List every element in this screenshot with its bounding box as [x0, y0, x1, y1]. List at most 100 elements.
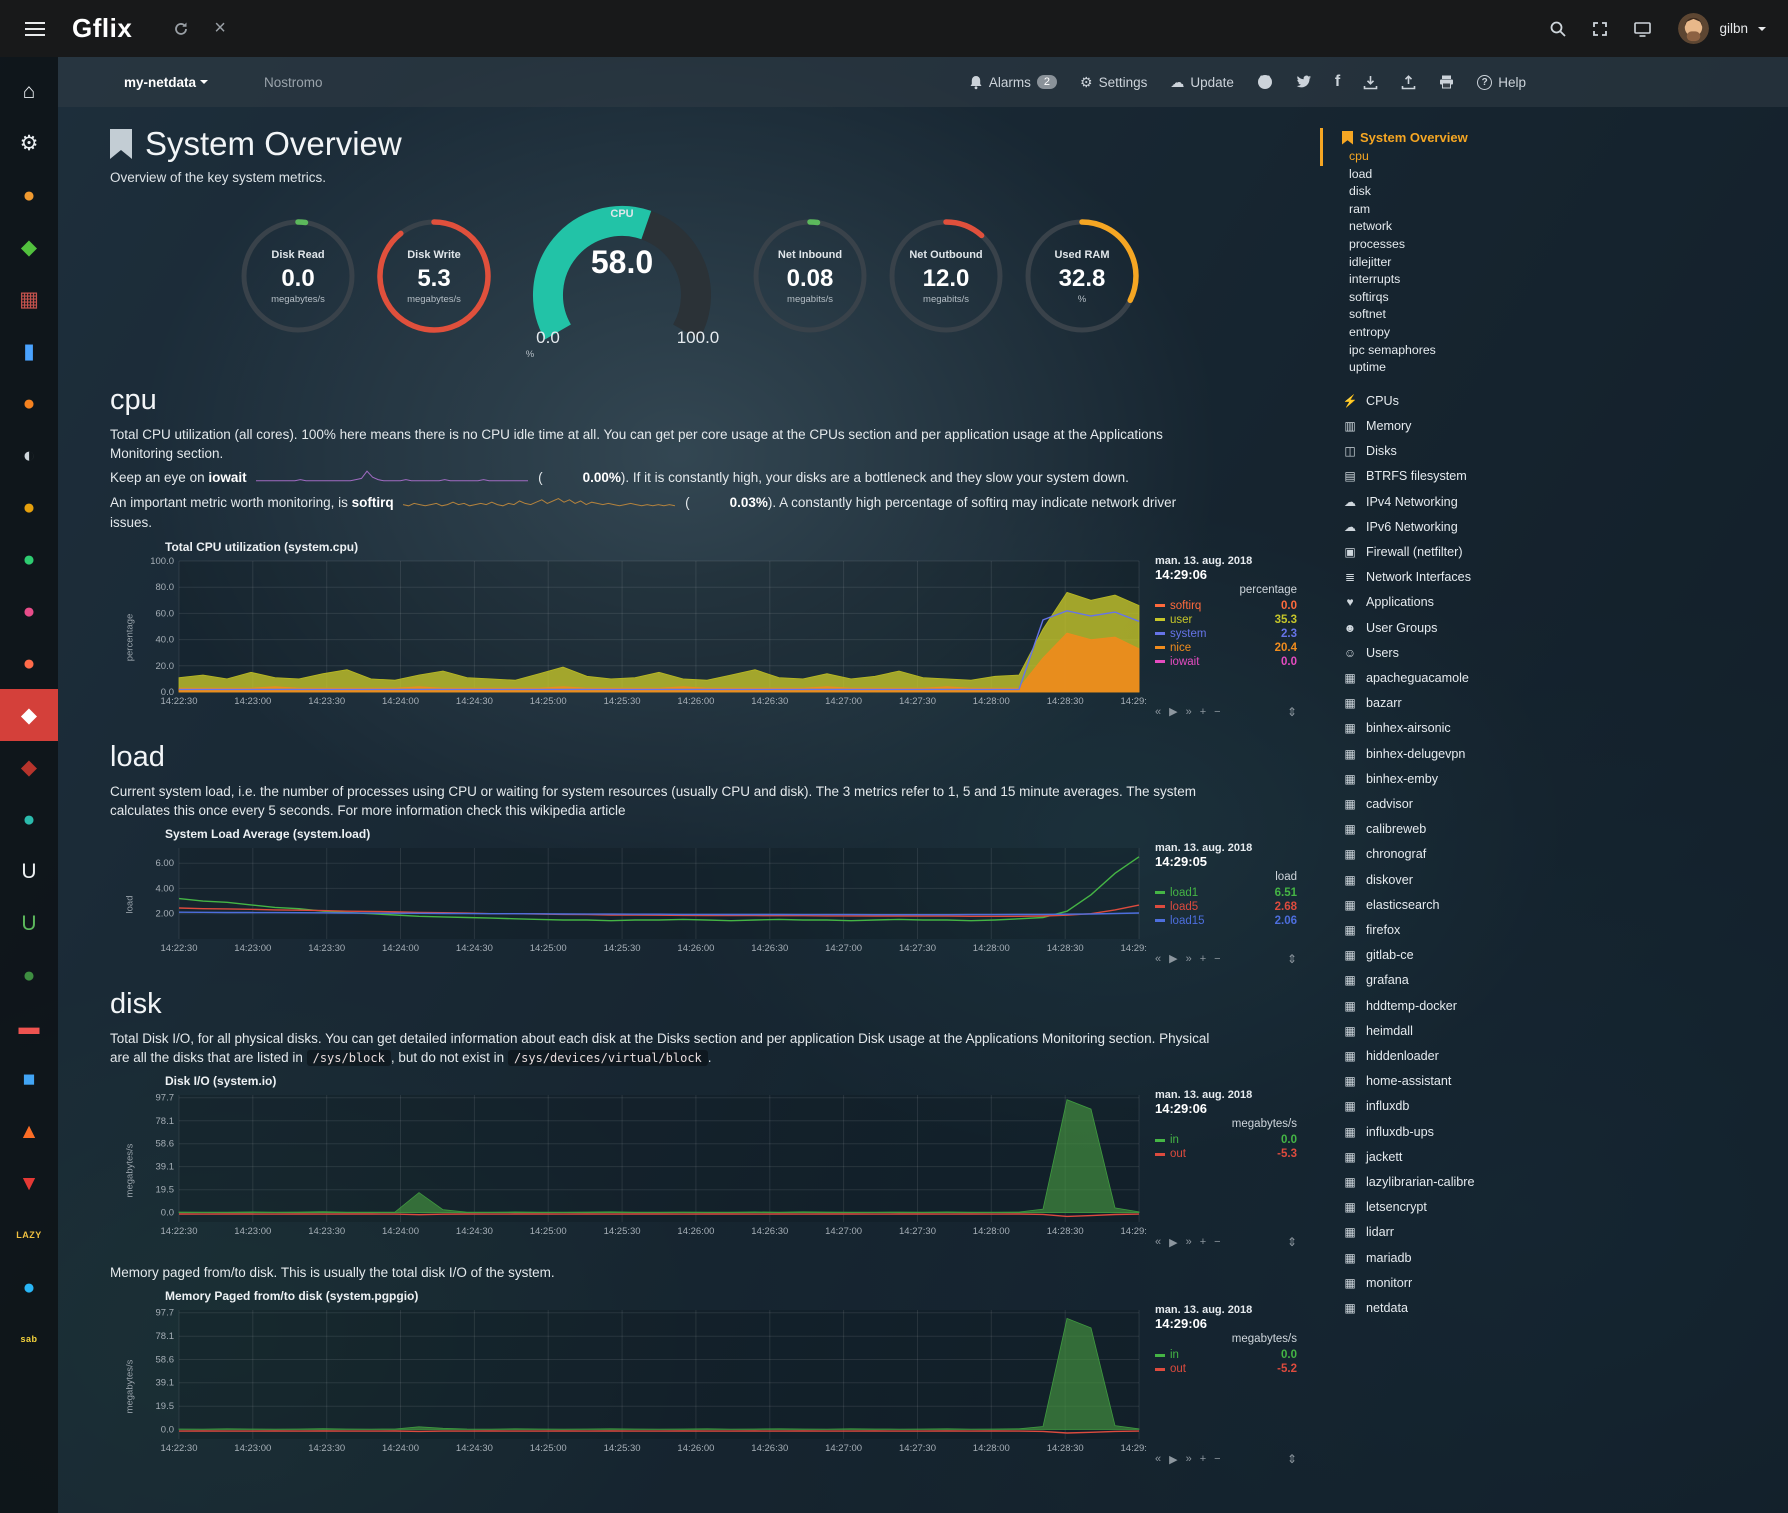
menu-item-processes[interactable]: processes — [1320, 236, 1788, 254]
menu-item-mariadb[interactable]: ▦mariadb — [1320, 1246, 1788, 1271]
menu-item-firefox[interactable]: ▦firefox — [1320, 918, 1788, 943]
menu-item-heimdall[interactable]: ▦heimdall — [1320, 1019, 1788, 1044]
play-icon[interactable]: ▶ — [1169, 705, 1177, 718]
gauge-disk-write[interactable]: Disk Write5.3megabytes/s — [366, 212, 502, 351]
rail-app-pills[interactable]: ▬ — [0, 1001, 58, 1053]
rail-app-green-diamond[interactable]: ◆ — [0, 221, 58, 273]
gauge-net-inbound[interactable]: Net Inbound0.08megabits/s — [742, 212, 878, 351]
menu-item-btrfs-filesystem[interactable]: ▤BTRFS filesystem — [1320, 464, 1788, 489]
rail-app-active-netdata[interactable]: ◆ — [0, 689, 58, 741]
print-button[interactable] — [1439, 75, 1454, 89]
menu-item-diskover[interactable]: ▦diskover — [1320, 868, 1788, 893]
menu-item-load[interactable]: load — [1320, 166, 1788, 184]
rail-app-search[interactable]: ● — [0, 377, 58, 429]
settings-button[interactable]: ⚙Settings — [1080, 74, 1147, 91]
menu-item-binhex-delugevpn[interactable]: ▦binhex-delugevpn — [1320, 742, 1788, 767]
play-icon[interactable]: ▶ — [1169, 952, 1177, 965]
menu-item-binhex-airsonic[interactable]: ▦binhex-airsonic — [1320, 716, 1788, 741]
rail-app-blue-bars[interactable]: ▮ — [0, 325, 58, 377]
rail-app-green[interactable]: ● — [0, 533, 58, 585]
chart-canvas[interactable]: 0.019.539.158.678.197.714:22:3014:23:001… — [137, 1089, 1147, 1237]
export-snapshot-button[interactable] — [1401, 75, 1416, 90]
legend-item-system[interactable]: system2.3 — [1155, 627, 1297, 641]
gauge-disk-read[interactable]: Disk Read0.0megabytes/s — [230, 212, 366, 351]
jump-back-icon[interactable]: « — [1155, 953, 1161, 965]
multi-view-icon[interactable] — [1633, 20, 1652, 38]
legend-item-out[interactable]: out-5.2 — [1155, 1362, 1297, 1376]
menu-item-hddtemp-docker[interactable]: ▦hddtemp-docker — [1320, 994, 1788, 1019]
legend-item-load1[interactable]: load16.51 — [1155, 886, 1297, 900]
menu-item-ram[interactable]: ram — [1320, 201, 1788, 219]
menu-item-ipc-semaphores[interactable]: ipc semaphores — [1320, 342, 1788, 360]
resize-handle-icon[interactable]: ⇕ — [1287, 1452, 1297, 1466]
rail-app-coral[interactable]: ● — [0, 637, 58, 689]
twitter-button[interactable] — [1296, 75, 1312, 89]
rail-app-lazylibrarian[interactable]: LAZY — [0, 1209, 58, 1261]
menu-item-network-interfaces[interactable]: ≣Network Interfaces — [1320, 565, 1788, 590]
menu-item-entropy[interactable]: entropy — [1320, 324, 1788, 342]
menu-item-softirqs[interactable]: softirqs — [1320, 289, 1788, 307]
menu-item-system-overview[interactable]: System Overview — [1320, 128, 1788, 148]
legend-item-iowait[interactable]: iowait0.0 — [1155, 655, 1297, 669]
menu-item-influxdb-ups[interactable]: ▦influxdb-ups — [1320, 1120, 1788, 1145]
chart-plot-area[interactable]: 0.019.539.158.678.197.714:22:3014:23:001… — [137, 1089, 1147, 1237]
zoom-in-icon[interactable]: + — [1200, 953, 1206, 965]
legend-item-out[interactable]: out-5.3 — [1155, 1147, 1297, 1161]
jump-back-icon[interactable]: « — [1155, 1453, 1161, 1465]
legend-item-load15[interactable]: load152.06 — [1155, 914, 1297, 928]
hamburger-menu-button[interactable] — [14, 9, 56, 49]
menu-item-elasticsearch[interactable]: ▦elasticsearch — [1320, 893, 1788, 918]
jump-forward-icon[interactable]: » — [1186, 953, 1192, 965]
legend-item-softirq[interactable]: softirq0.0 — [1155, 599, 1297, 613]
menu-item-gitlab-ce[interactable]: ▦gitlab-ce — [1320, 943, 1788, 968]
menu-item-disk[interactable]: disk — [1320, 183, 1788, 201]
gauge-net-outbound[interactable]: Net Outbound12.0megabits/s — [878, 212, 1014, 351]
rail-home[interactable]: ⌂ — [0, 65, 58, 117]
jump-back-icon[interactable]: « — [1155, 1236, 1161, 1248]
zoom-in-icon[interactable]: + — [1200, 1453, 1206, 1465]
rail-app-red-grid[interactable]: ▦ — [0, 273, 58, 325]
menu-item-cadvisor[interactable]: ▦cadvisor — [1320, 792, 1788, 817]
menu-item-bazarr[interactable]: ▦bazarr — [1320, 691, 1788, 716]
github-button[interactable] — [1257, 74, 1273, 90]
menu-item-netdata[interactable]: ▦netdata — [1320, 1296, 1788, 1321]
rail-app-red-arrow[interactable]: ▼ — [0, 1157, 58, 1209]
gauge-cpu[interactable]: CPU58.00.0100.0% — [502, 199, 742, 364]
legend-item-in[interactable]: in0.0 — [1155, 1348, 1297, 1362]
menu-item-jackett[interactable]: ▦jackett — [1320, 1145, 1788, 1170]
rail-settings[interactable]: ⚙ — [0, 117, 58, 169]
menu-item-applications[interactable]: ♥Applications — [1320, 590, 1788, 615]
menu-item-home-assistant[interactable]: ▦home-assistant — [1320, 1069, 1788, 1094]
menu-item-monitorr[interactable]: ▦monitorr — [1320, 1271, 1788, 1296]
menu-item-memory[interactable]: ▥Memory — [1320, 414, 1788, 439]
rail-app-blue-square[interactable]: ■ — [0, 1053, 58, 1105]
jump-forward-icon[interactable]: » — [1186, 1453, 1192, 1465]
menu-item-ipv4-networking[interactable]: ☁IPv4 Networking — [1320, 490, 1788, 515]
user-menu[interactable]: gilbn — [1719, 21, 1766, 36]
zoom-out-icon[interactable]: − — [1214, 1453, 1220, 1465]
legend-item-load5[interactable]: load52.68 — [1155, 900, 1297, 914]
zoom-out-icon[interactable]: − — [1214, 1236, 1220, 1248]
resize-handle-icon[interactable]: ⇕ — [1287, 1235, 1297, 1249]
menu-item-influxdb[interactable]: ▦influxdb — [1320, 1094, 1788, 1119]
rail-app-gold[interactable]: ● — [0, 481, 58, 533]
menu-item-letsencrypt[interactable]: ▦letsencrypt — [1320, 1195, 1788, 1220]
rail-app-blue-drop[interactable]: ● — [0, 1261, 58, 1313]
close-tab-icon[interactable]: × — [214, 17, 226, 40]
zoom-out-icon[interactable]: − — [1214, 706, 1220, 718]
legend-item-user[interactable]: user35.3 — [1155, 613, 1297, 627]
rail-app-white-u[interactable]: U — [0, 845, 58, 897]
resize-handle-icon[interactable]: ⇕ — [1287, 952, 1297, 966]
help-button[interactable]: ?Help — [1477, 75, 1526, 90]
rail-app-sabnzbd[interactable]: sab — [0, 1313, 58, 1365]
menu-item-user-groups[interactable]: ☻User Groups — [1320, 616, 1788, 641]
rail-app-gitlab[interactable]: ▲ — [0, 1105, 58, 1157]
rail-app-dark-disc[interactable]: ◐ — [0, 429, 58, 481]
menu-item-network[interactable]: network — [1320, 218, 1788, 236]
play-icon[interactable]: ▶ — [1169, 1453, 1177, 1466]
zoom-out-icon[interactable]: − — [1214, 953, 1220, 965]
menu-item-cpu[interactable]: cpu — [1320, 148, 1788, 166]
zoom-in-icon[interactable]: + — [1200, 1236, 1206, 1248]
legend-item-nice[interactable]: nice20.4 — [1155, 641, 1297, 655]
menu-item-interrupts[interactable]: interrupts — [1320, 271, 1788, 289]
